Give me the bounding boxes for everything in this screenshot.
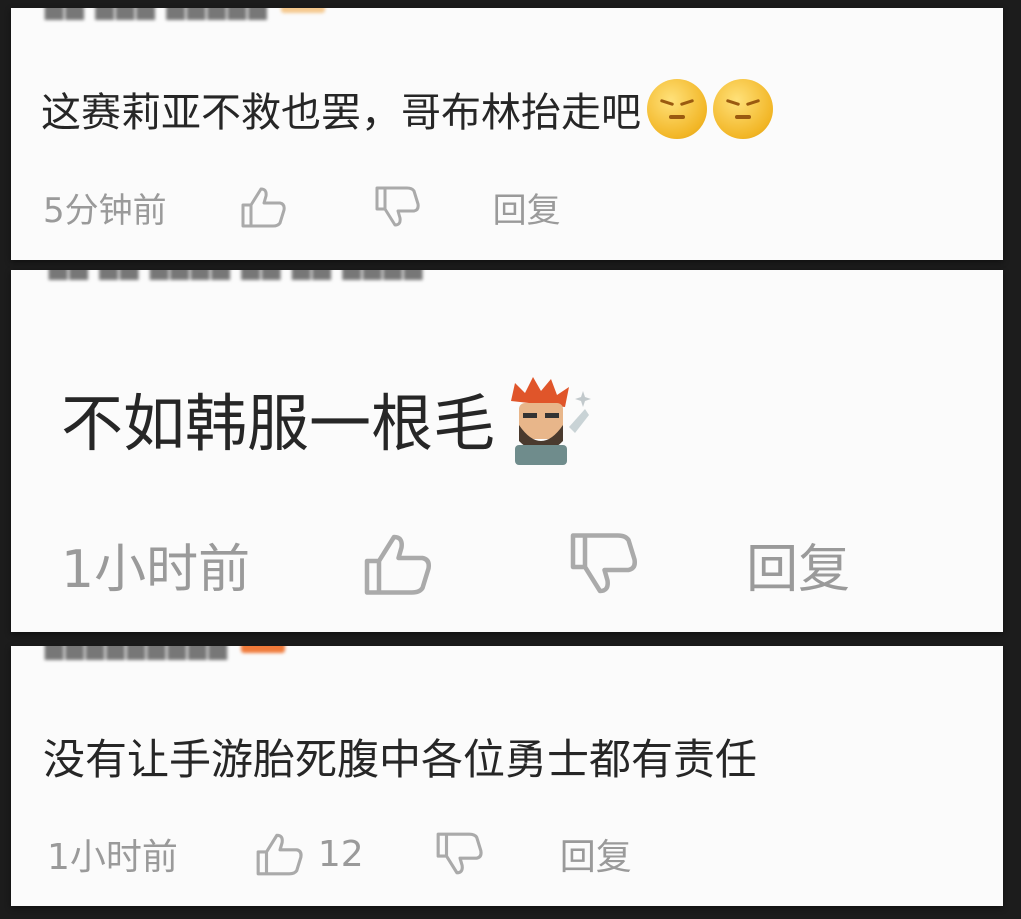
comment-text: 不如韩服一根毛 <box>61 387 496 460</box>
like-button[interactable] <box>239 185 287 229</box>
thumb-up-icon <box>364 534 432 595</box>
dislike-button[interactable] <box>434 831 484 877</box>
like-button[interactable] <box>360 531 434 597</box>
like-count: 12 <box>317 833 364 875</box>
thumb-up-icon <box>241 187 286 228</box>
level-badge <box>241 646 286 653</box>
character-sticker <box>511 376 592 465</box>
comment-content: 不如韩服一根毛 <box>61 370 594 466</box>
comment-content: 这赛莉亚不救也罢，哥布林抬走吧 <box>41 78 773 140</box>
comment-actions: 5分钟前 回复 <box>43 183 561 232</box>
reply-button[interactable]: 回复 <box>493 183 561 232</box>
smirk-face-emoji <box>713 79 773 139</box>
comment-actions: 1小时前 回复 <box>61 531 850 600</box>
comment-card: ▆▆ ▆▆ ▆▆▆▆ ▆▆ ▆▆ ▆▆▆▆ 不如韩服一根毛 1小时前 回复 <box>11 270 1003 632</box>
comment-time: 5分钟前 <box>43 190 167 231</box>
thumb-down-icon <box>570 533 638 594</box>
truncated-username: ▆▆ ▆▆▆ ▆▆▆▆▆ <box>45 8 325 20</box>
truncated-username: ▆▆▆▆▆▆▆▆▆ <box>45 646 286 660</box>
dislike-button[interactable] <box>566 531 640 597</box>
thumb-down-icon <box>375 186 420 227</box>
dislike-button[interactable] <box>373 185 421 229</box>
comment-text: 没有让手游胎死腹中各位勇士都有责任 <box>43 734 758 784</box>
comment-card: ▆▆ ▆▆▆ ▆▆▆▆▆ 这赛莉亚不救也罢，哥布林抬走吧 5分钟前 回复 <box>11 8 1003 260</box>
comment-time: 1小时前 <box>61 539 251 600</box>
level-badge <box>280 8 325 13</box>
smirk-face-emoji <box>647 79 707 139</box>
truncated-username: ▆▆ ▆▆ ▆▆▆▆ ▆▆ ▆▆ ▆▆▆▆ <box>49 270 424 280</box>
comment-actions: 1小时前 12 回复 <box>47 828 632 880</box>
thumb-down-icon <box>436 832 483 875</box>
comment-time: 1小时前 <box>47 837 178 878</box>
comment-content: 没有让手游胎死腹中各位勇士都有责任 <box>43 726 757 786</box>
reply-button[interactable]: 回复 <box>560 828 632 880</box>
comment-card: ▆▆▆▆▆▆▆▆▆ 没有让手游胎死腹中各位勇士都有责任 1小时前 12 回复 <box>11 646 1003 906</box>
reply-button[interactable]: 回复 <box>746 527 850 602</box>
thumb-up-icon <box>256 833 303 876</box>
comment-text: 这赛莉亚不救也罢，哥布林抬走吧 <box>41 90 641 136</box>
like-button[interactable]: 12 <box>254 831 364 877</box>
